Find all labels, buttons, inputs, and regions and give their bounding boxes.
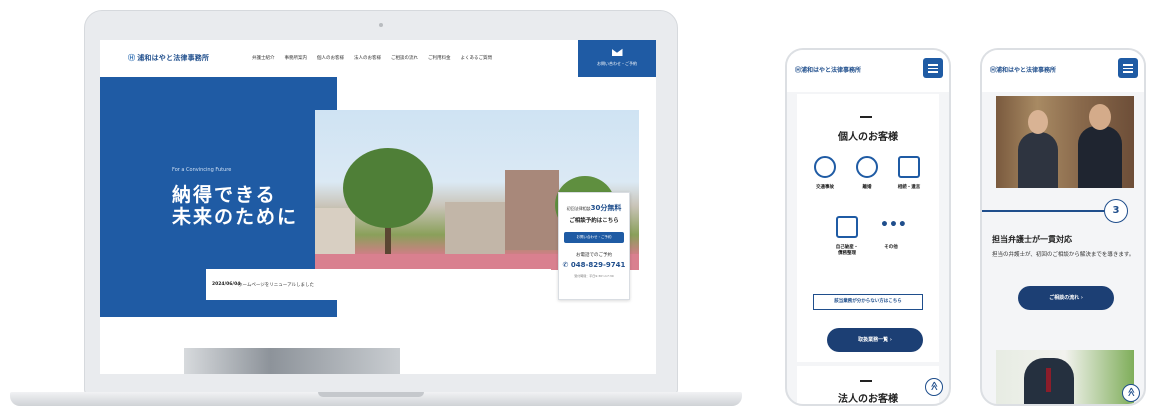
- step-number-badge: 3: [1104, 199, 1128, 223]
- practice-list-button[interactable]: 取扱業務一覧 ›: [827, 328, 923, 352]
- reserve-label: ご相談予約はこちら: [569, 218, 619, 224]
- service-inheritance[interactable]: 相続・遺言: [889, 156, 929, 190]
- person-shape: [1078, 126, 1122, 188]
- nav-item-individual[interactable]: 個人のお客様: [317, 55, 344, 61]
- hero-tagline: For a Convincing Future: [172, 167, 232, 173]
- nav-item-flow[interactable]: ご相談の流れ: [391, 55, 418, 61]
- mobile-logo-text: 浦和はやと法律事務所: [996, 67, 1057, 74]
- office-hours: 受付時間：平日9:30〜17:30: [574, 274, 614, 278]
- building-shape: [445, 202, 505, 254]
- mobile-logo[interactable]: Ⓗ浦和はやと法律事務所: [990, 65, 1056, 74]
- service-label: 離婚: [862, 185, 872, 190]
- mobile-header: Ⓗ浦和はやと法律事務所: [787, 50, 949, 92]
- mobile-logo[interactable]: Ⓗ浦和はやと法律事務所: [795, 65, 861, 74]
- individual-services-card: 個人のお客様 交通事故 離婚 相続・遺言 自己破産・ 債務整理 ••• その他 …: [797, 94, 939, 362]
- service-label: 債務整理: [838, 251, 856, 256]
- laptop-notch: [318, 392, 424, 397]
- logo-text: 浦和はやと法律事務所: [137, 54, 210, 62]
- phone-number[interactable]: ✆ 048-829-9741: [559, 261, 629, 269]
- section-title: 法人のお客様: [838, 394, 898, 405]
- contact-button-label: お問い合わせ・ご予約: [597, 61, 637, 66]
- logo-mark-icon: Ⓗ: [128, 54, 136, 62]
- service-other[interactable]: ••• その他: [871, 216, 911, 250]
- car-icon: [814, 156, 836, 178]
- step-divider: [982, 210, 1104, 212]
- nav-item-lawyers[interactable]: 弁護士紹介: [252, 55, 275, 61]
- step-title: 担当弁護士が一貫対応: [992, 235, 1072, 244]
- mobile-logo-text: 浦和はやと法律事務所: [801, 67, 862, 74]
- mail-icon: [611, 48, 623, 56]
- nav-item-faq[interactable]: よくあるご質問: [461, 55, 493, 61]
- phone-label: お電話でのご予約: [576, 253, 612, 258]
- lawyer-portrait-photo: [996, 350, 1134, 404]
- section-dash: [860, 380, 872, 382]
- consult-flow-button[interactable]: ご相談の流れ ›: [1018, 286, 1114, 310]
- lower-section-photo: [184, 348, 400, 374]
- phone-icon: ✆: [562, 261, 571, 269]
- person-head: [1028, 110, 1048, 134]
- step-body: 担当の弁護士が、初回のご相談から解決までを導きます。: [992, 252, 1135, 258]
- person-head: [1089, 104, 1111, 130]
- section-dash: [860, 116, 872, 118]
- desktop-screen: Ⓗ 浦和はやと法律事務所 弁護士紹介 事務所案内 個人のお客様 法人のお客様 ご相…: [100, 40, 656, 374]
- hamburger-menu-icon[interactable]: [923, 58, 943, 78]
- site-logo[interactable]: Ⓗ 浦和はやと法律事務所: [128, 53, 209, 63]
- back-to-top-glyph: ≪: [1125, 387, 1136, 397]
- document-icon: [898, 156, 920, 178]
- main-nav: 弁護士紹介 事務所案内 個人のお客様 法人のお客様 ご相談の流れ ご利用料金 よ…: [252, 55, 492, 61]
- hero-headline: 納得できる 未来のために: [172, 184, 298, 228]
- nav-item-office[interactable]: 事務所案内: [285, 55, 308, 61]
- lawyers-photo: [996, 96, 1134, 188]
- service-label: 交通事故: [816, 185, 834, 190]
- web-reserve-button[interactable]: お問い合わせ・ご予約: [564, 232, 624, 243]
- phone-flow-screen: Ⓗ浦和はやと法律事務所 3 担当弁護士が一貫対応 担当の弁護士が、初回のご相談か…: [980, 48, 1146, 406]
- news-bar[interactable]: 2024/06/04 ホームページをリニューアルしました: [206, 269, 551, 300]
- hamburger-menu-icon[interactable]: [1118, 58, 1138, 78]
- unknown-service-link[interactable]: 該当業務が分からない方はこちら: [813, 294, 923, 310]
- service-label: 相続・遺言: [897, 185, 921, 190]
- headline-line-2: 未来のために: [172, 206, 299, 228]
- news-text: ホームページをリニューアルしました: [238, 283, 315, 288]
- more-icon: •••: [880, 217, 907, 233]
- consult-card: 初回法律相談30分無料 ご相談予約はこちら お問い合わせ・ご予約 お電話でのご予…: [558, 192, 630, 300]
- service-traffic[interactable]: 交通事故: [805, 156, 845, 190]
- contact-button[interactable]: お問い合わせ・ご予約: [578, 40, 656, 77]
- tree-shape: [343, 148, 433, 228]
- news-date: 2024/06/04: [212, 282, 241, 287]
- corporate-services-card: 法人のお客様: [797, 366, 939, 405]
- phone-number-text: 048-829-9741: [570, 261, 626, 269]
- mobile-header: Ⓗ浦和はやと法律事務所: [982, 50, 1144, 92]
- nav-item-fees[interactable]: ご利用料金: [428, 55, 451, 61]
- service-bankruptcy[interactable]: 自己破産・ 債務整理: [827, 216, 867, 256]
- debt-icon: [836, 216, 858, 238]
- back-to-top-icon[interactable]: ≪: [925, 378, 943, 396]
- section-title: 個人のお客様: [838, 132, 898, 143]
- consult-flow-label: ご相談の流れ: [1049, 295, 1080, 301]
- phone-individual-screen: Ⓗ浦和はやと法律事務所 個人のお客様 交通事故 離婚 相続・遺言 自己破産・ 債…: [785, 48, 951, 406]
- service-divorce[interactable]: 離婚: [847, 156, 887, 190]
- headline-line-1: 納得できる: [172, 184, 277, 206]
- free-consult-prefix: 初回法律相談: [566, 206, 591, 211]
- back-to-top-glyph: ≪: [928, 381, 939, 391]
- heart-icon: [856, 156, 878, 178]
- back-to-top-icon[interactable]: ≪: [1122, 384, 1140, 402]
- nav-item-corporate[interactable]: 法人のお客様: [354, 55, 381, 61]
- building-shape: [315, 208, 355, 254]
- building-shape: [505, 170, 559, 250]
- practice-list-label: 取扱業務一覧: [858, 337, 889, 343]
- tie-shape: [1046, 368, 1051, 392]
- person-shape: [1018, 132, 1058, 188]
- free-consult-label: 初回法律相談30分無料: [559, 203, 629, 213]
- free-consult-highlight: 30分無料: [590, 204, 622, 212]
- site-header: Ⓗ 浦和はやと法律事務所 弁護士紹介 事務所案内 個人のお客様 法人のお客様 ご相…: [100, 40, 656, 77]
- camera-dot: [379, 23, 383, 27]
- service-label: その他: [884, 245, 898, 250]
